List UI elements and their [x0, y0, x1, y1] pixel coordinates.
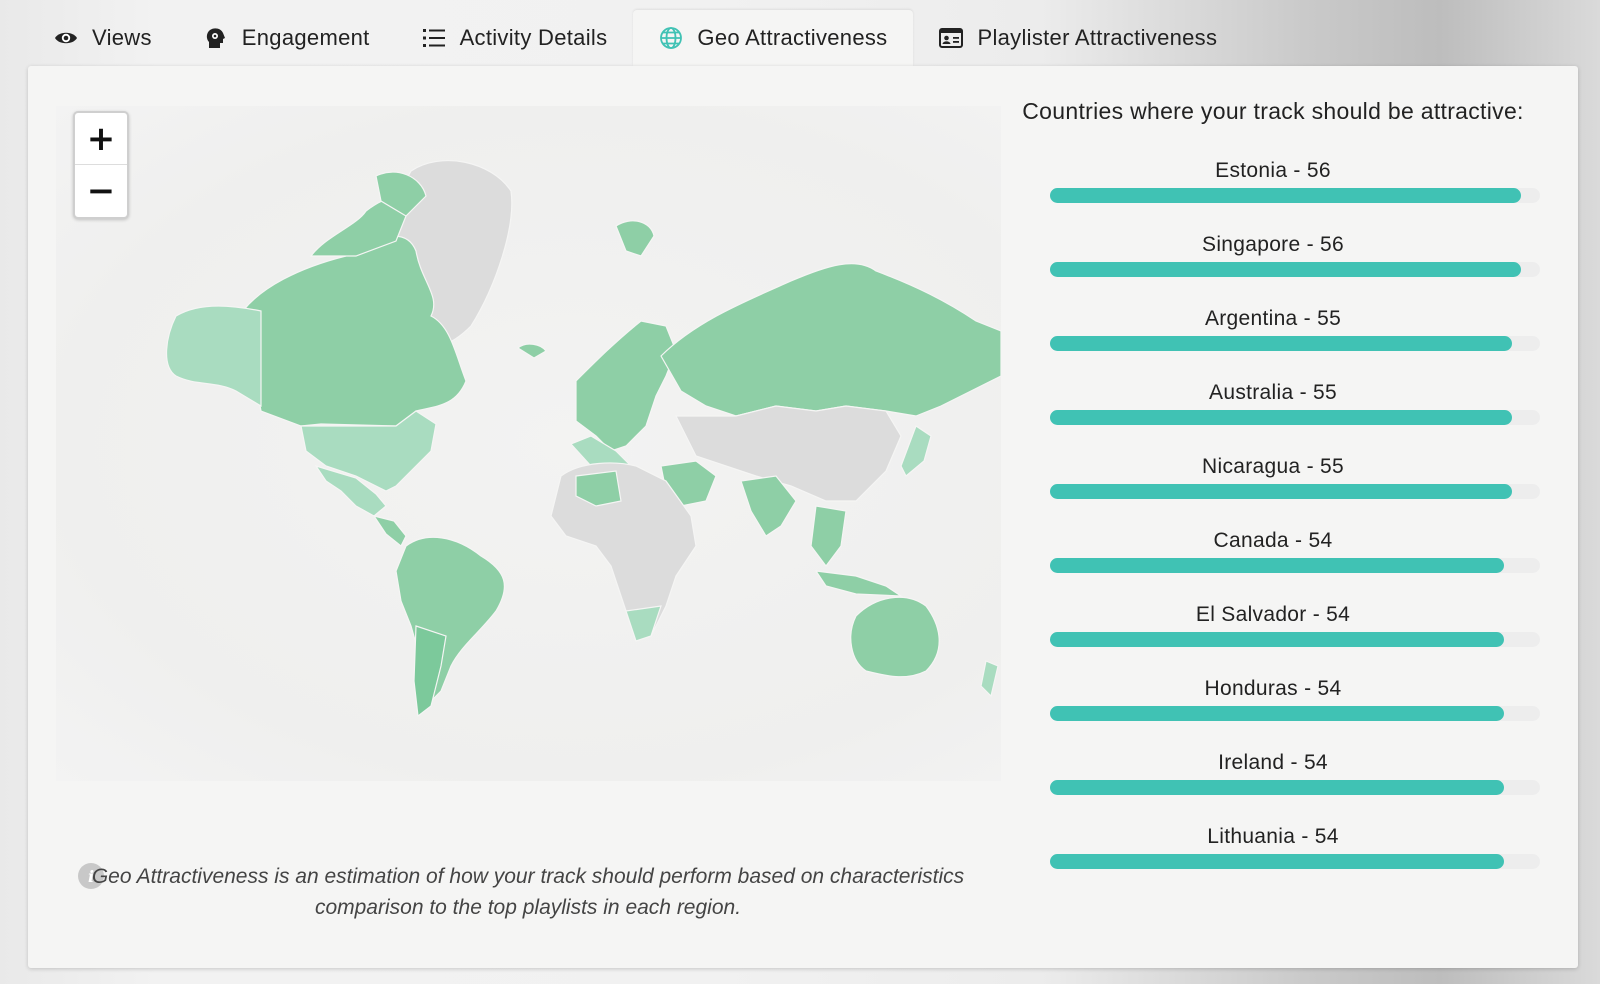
score-bar-fill	[1050, 780, 1504, 795]
tab-label: Views	[92, 25, 152, 50]
score-bar-track	[1050, 262, 1540, 277]
country-row: Ireland - 54	[1003, 749, 1543, 823]
country-label: Canada - 54	[1213, 529, 1333, 552]
tab-engagement[interactable]: Engagement	[178, 10, 396, 66]
country-row: Argentina - 55	[1003, 305, 1543, 379]
countries-title: Countries where your track should be att…	[1022, 98, 1524, 124]
country-label: Argentina - 55	[1204, 307, 1342, 330]
tab-views[interactable]: Views	[28, 10, 178, 66]
eye-icon	[55, 32, 77, 44]
id-card-icon	[939, 28, 964, 48]
country-row: Singapore - 56	[1003, 231, 1543, 305]
country-row: Estonia - 56	[1003, 157, 1543, 231]
country-label: Lithuania - 54	[1207, 825, 1339, 848]
country-row: Nicaragua - 55	[1003, 453, 1543, 527]
country-row: El Salvador - 54	[1003, 601, 1543, 675]
score-bar-track	[1050, 558, 1540, 573]
score-bar-fill	[1050, 410, 1513, 425]
country-row: Australia - 55	[1003, 379, 1543, 453]
country-label: Australia - 55	[1209, 381, 1337, 404]
score-bar-track	[1050, 188, 1540, 203]
score-bar-track	[1050, 410, 1540, 425]
country-label: Ireland - 54	[1218, 751, 1328, 774]
score-bar-fill	[1050, 706, 1504, 721]
score-bar-track	[1050, 336, 1540, 351]
list-icon	[422, 29, 445, 47]
tab-bar: Views Engagement Activity Details Geo At…	[28, 10, 1243, 66]
score-bar-fill	[1050, 854, 1504, 869]
score-bar-fill	[1050, 188, 1521, 203]
score-bar-track	[1050, 854, 1540, 869]
score-bar-fill	[1050, 262, 1521, 277]
score-bar-fill	[1050, 336, 1513, 351]
tab-label: Playlister Attractiveness	[977, 25, 1218, 50]
tab-activity-details[interactable]: Activity Details	[396, 10, 634, 66]
score-bar-track	[1050, 706, 1540, 721]
score-bar-track	[1050, 632, 1540, 647]
tab-label: Geo Attractiveness	[697, 25, 888, 50]
head-icon	[206, 28, 225, 48]
tab-label: Engagement	[241, 25, 370, 50]
countries-list: Countries where your track should be att…	[1003, 96, 1543, 897]
score-bar-track	[1050, 780, 1540, 795]
world-map[interactable]	[56, 106, 1002, 781]
zoom-control: + −	[73, 111, 129, 219]
tab-geo-attractiveness[interactable]: Geo Attractiveness	[633, 10, 914, 66]
zoom-out-button[interactable]: −	[75, 165, 127, 216]
geo-attractiveness-note: Geo Attractiveness is an estimation of h…	[91, 865, 965, 919]
world-map-svg	[165, 160, 1002, 718]
score-bar-track	[1050, 484, 1540, 499]
zoom-in-button[interactable]: +	[75, 113, 127, 165]
geo-attractiveness-panel: + − i Geo Attractiveness is an estimatio…	[28, 66, 1578, 968]
score-bar-fill	[1050, 632, 1504, 647]
globe-icon	[660, 27, 683, 49]
country-row: Lithuania - 54	[1003, 823, 1543, 897]
tab-label: Activity Details	[459, 25, 608, 50]
country-label: Nicaragua - 55	[1202, 455, 1344, 478]
country-row: Honduras - 54	[1003, 675, 1543, 749]
country-label: Honduras - 54	[1204, 677, 1342, 700]
country-row: Canada - 54	[1003, 527, 1543, 601]
score-bar-fill	[1050, 484, 1513, 499]
country-label: Singapore - 56	[1202, 233, 1344, 256]
score-bar-fill	[1050, 558, 1504, 573]
country-label: El Salvador - 54	[1195, 603, 1351, 626]
country-label: Estonia - 56	[1215, 159, 1331, 182]
tab-playlister-attractiveness[interactable]: Playlister Attractiveness	[913, 10, 1243, 66]
